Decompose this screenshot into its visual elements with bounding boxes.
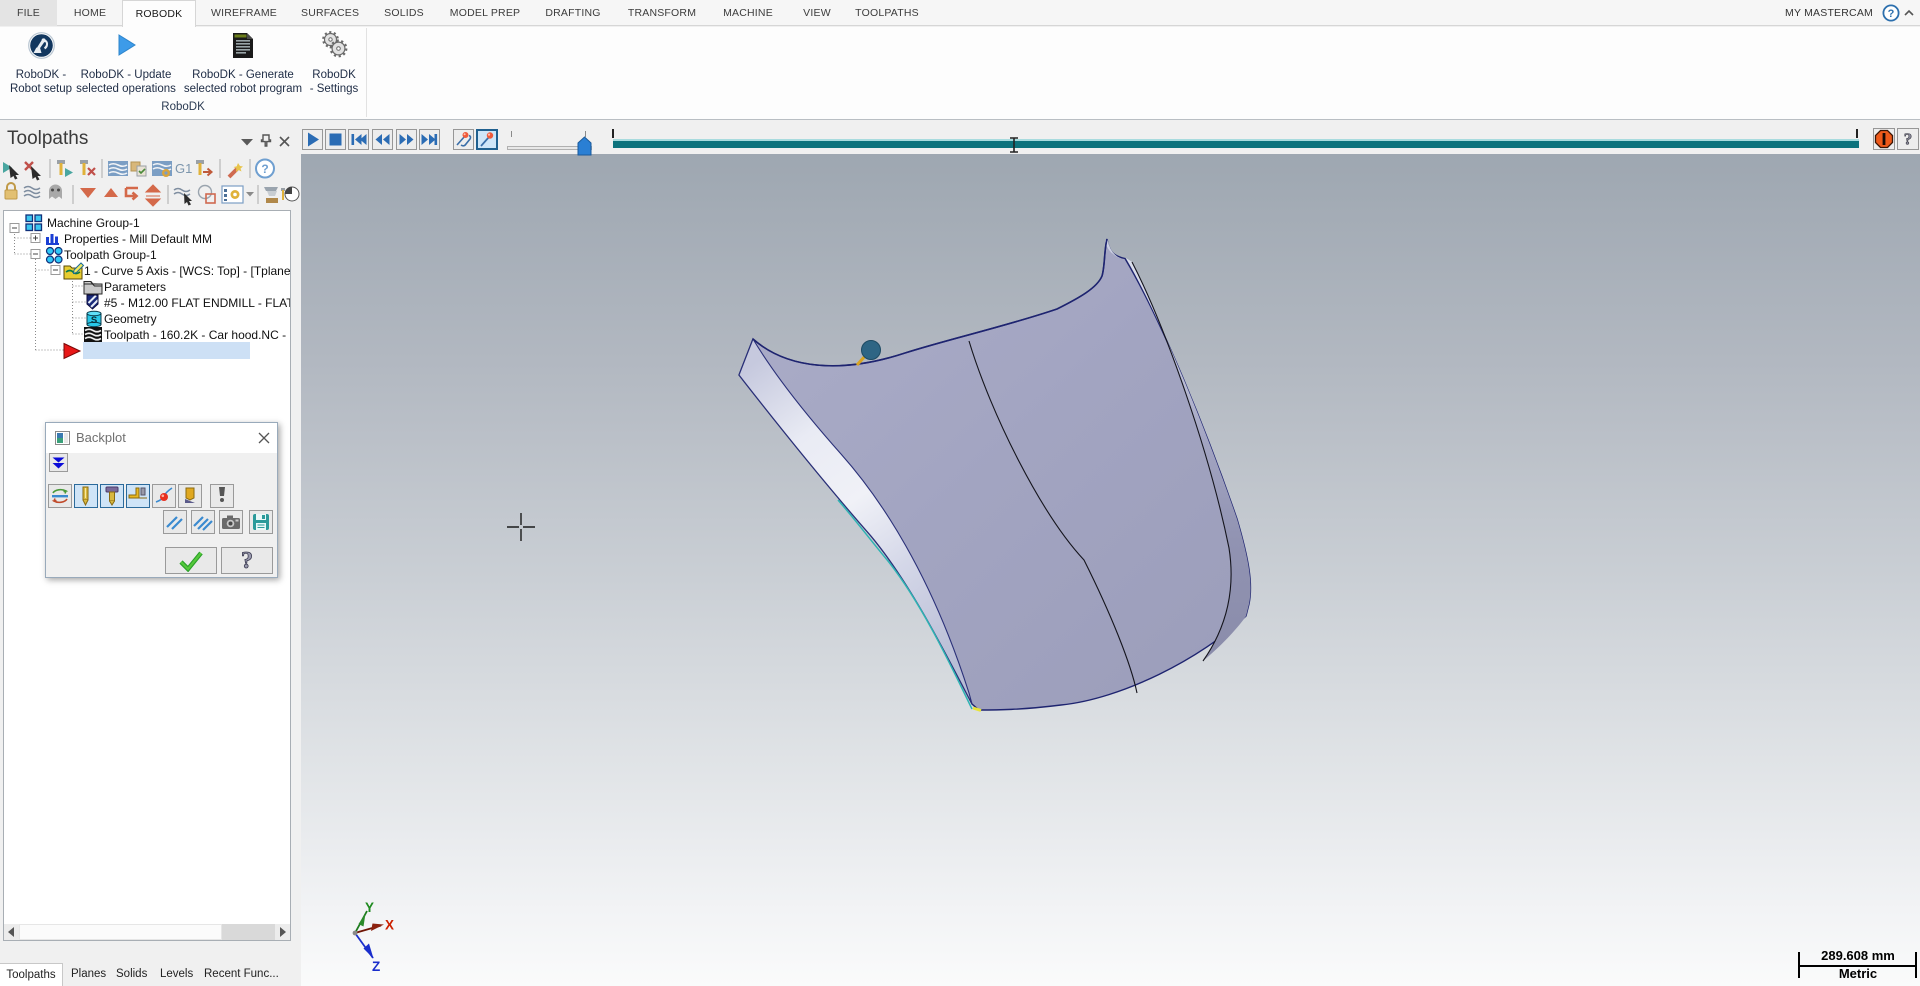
svg-text:Parameters: Parameters bbox=[104, 280, 166, 294]
svg-text:Geometry: Geometry bbox=[104, 312, 157, 326]
svg-text:Machine Group-1: Machine Group-1 bbox=[47, 216, 140, 230]
svg-text:Z: Z bbox=[372, 959, 380, 974]
svg-text:Toolpath Group-1: Toolpath Group-1 bbox=[64, 248, 157, 262]
svg-text:Properties - Mill Default MM: Properties - Mill Default MM bbox=[64, 232, 212, 246]
svg-text:?: ? bbox=[1904, 130, 1913, 149]
svg-text:X: X bbox=[385, 918, 394, 933]
svg-text:S: S bbox=[91, 315, 97, 326]
svg-text:?: ? bbox=[261, 162, 268, 176]
svg-text:?: ? bbox=[1888, 8, 1895, 20]
svg-text:Y: Y bbox=[365, 900, 374, 915]
svg-text:G1: G1 bbox=[175, 161, 192, 176]
svg-text:?: ? bbox=[241, 549, 253, 573]
svg-text:#5 - M12.00 FLAT ENDMILL - FLA: #5 - M12.00 FLAT ENDMILL - FLAT END bbox=[104, 296, 290, 310]
svg-text:Toolpath - 160.2K - Car hood.N: Toolpath - 160.2K - Car hood.NC - Prog bbox=[104, 328, 290, 342]
svg-text:1 - Curve 5 Axis - [WCS: Top]: 1 - Curve 5 Axis - [WCS: Top] - [Tplane:… bbox=[84, 264, 290, 278]
